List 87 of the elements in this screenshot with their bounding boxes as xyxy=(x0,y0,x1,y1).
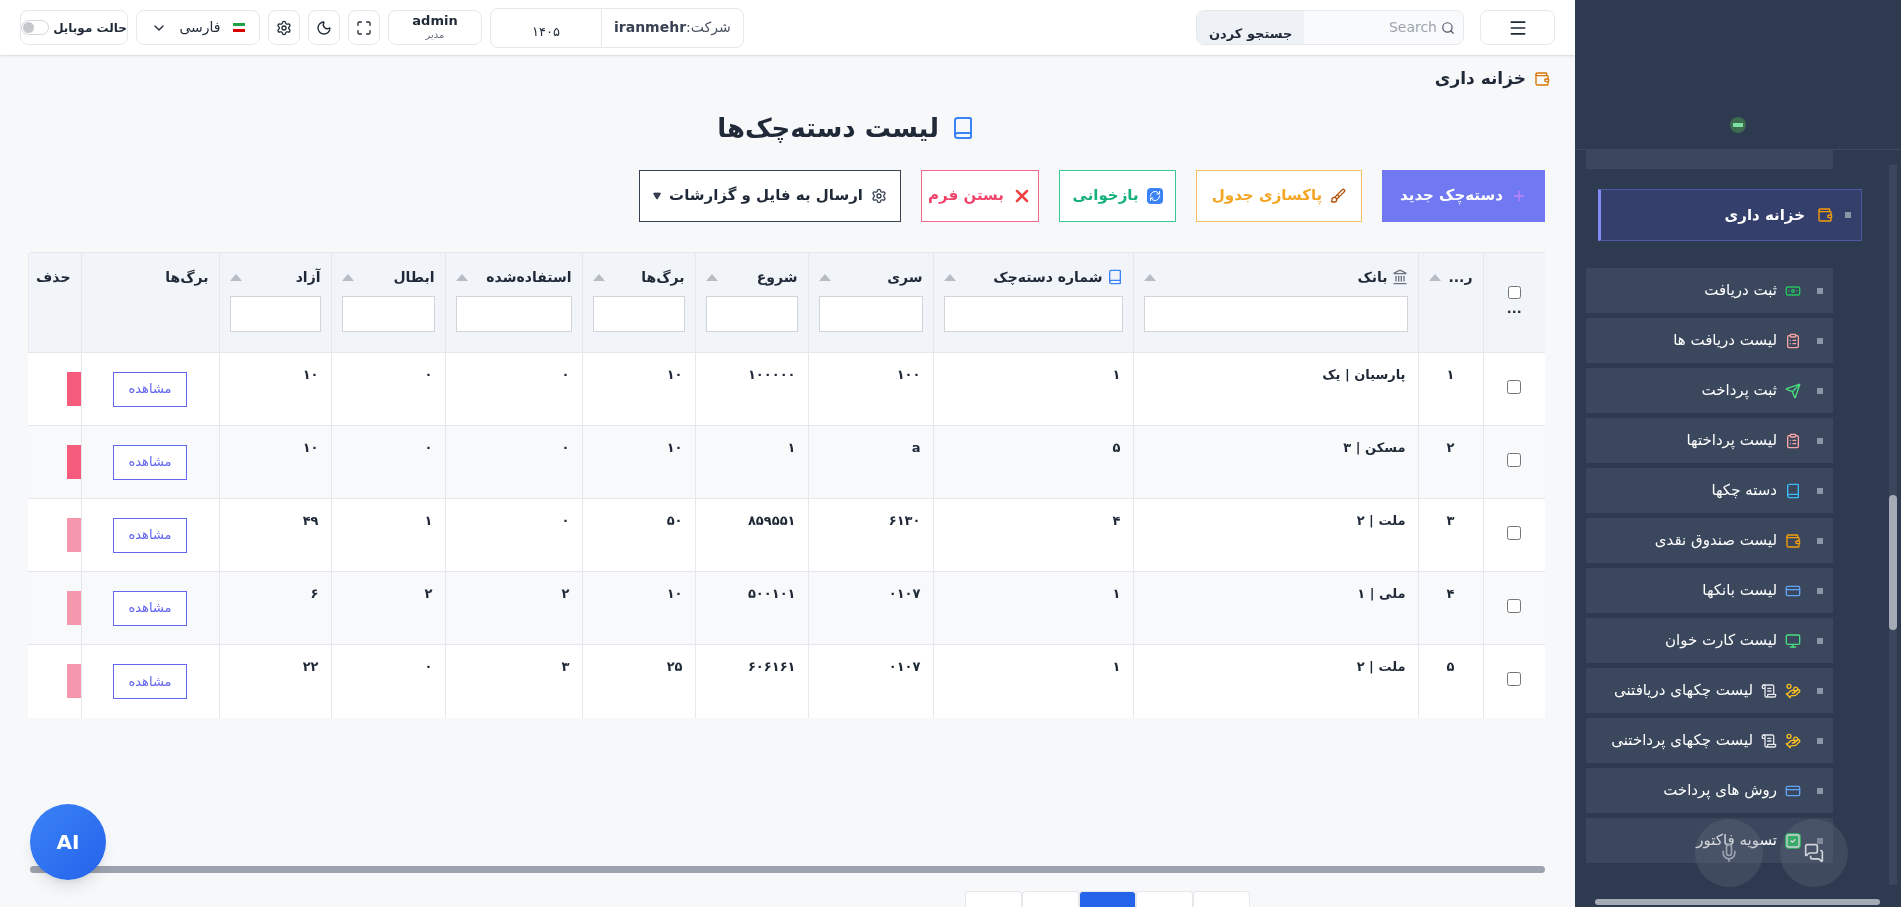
table-cell: ۰۱۰۷ xyxy=(888,586,921,601)
user-role: مدیر xyxy=(425,29,445,42)
table-cell: ۰۱۰۷ xyxy=(888,659,921,674)
table-cell: ۱۰ xyxy=(302,367,319,382)
primary-button[interactable]: دسته‌چک جدید xyxy=(1382,169,1545,222)
table-cell: ۱ xyxy=(1112,659,1121,674)
user-name: admin xyxy=(412,13,458,30)
table-cell: ملت | ۲ xyxy=(1356,513,1406,528)
table-cell: ۴۹ xyxy=(302,513,319,528)
table-cell: a xyxy=(911,440,921,455)
table-cell: ۸۵۹۵۵۱ xyxy=(747,513,796,528)
more-label: ... xyxy=(1506,300,1522,318)
table-cell: ۰ xyxy=(424,659,433,674)
sidebar-item[interactable]: دسته چکها xyxy=(1586,468,1833,513)
table-cell: ۱ xyxy=(1112,586,1121,601)
sidebar-group-item[interactable]: خزانه داری xyxy=(1598,189,1862,241)
sidebar-item[interactable]: لیست چکهای پرداختنی xyxy=(1586,718,1833,763)
page-title: لیست دسته‌چک‌ها xyxy=(717,111,939,145)
column-header[interactable]: شروع xyxy=(756,266,798,288)
table-cell: ۳ xyxy=(561,659,570,674)
sidebar-item[interactable]: لیست صندوق نقدی xyxy=(1586,518,1833,563)
mobile-mode-label: حالت موبایل xyxy=(53,19,127,37)
table-cell: ۳ xyxy=(1446,513,1455,528)
breadcrumb: خزانه داری xyxy=(1434,67,1526,91)
table-cell: ۵ xyxy=(1112,440,1121,455)
table-cell: ۲۲ xyxy=(302,659,319,674)
table-cell: ۲ xyxy=(561,586,570,601)
table-cell: ملی | ۱ xyxy=(1357,586,1406,601)
column-header[interactable]: آزاد xyxy=(295,266,321,288)
column-header[interactable]: سری xyxy=(887,266,923,288)
table-cell: ملت | ۲ xyxy=(1356,659,1406,674)
table-cell: ۱ xyxy=(1446,367,1455,382)
column-header[interactable]: برگ‌ها xyxy=(165,266,209,288)
column-header[interactable]: بانک xyxy=(1357,266,1408,288)
column-header[interactable]: برگ‌ها xyxy=(641,266,685,288)
table-cell: ۵۰۰۱۰۱ xyxy=(747,586,796,601)
table-cell: ۲ xyxy=(1446,440,1455,455)
sidebar-item[interactable]: ثبت دریافت xyxy=(1586,268,1833,313)
table-cell: ۵ xyxy=(1446,659,1455,674)
view-button[interactable]: مشاهده xyxy=(113,371,187,407)
table-cell: ۱۰ xyxy=(666,440,683,455)
table-cell: ۰ xyxy=(561,440,570,455)
view-button[interactable]: مشاهده xyxy=(113,517,187,553)
fiscal-year: ۱۴۰۵ xyxy=(531,22,561,41)
table-cell: ۴ xyxy=(1112,513,1121,528)
sidebar-item[interactable]: لیست پرداختها xyxy=(1586,418,1833,463)
table-cell: ۲۵ xyxy=(666,659,683,674)
table-cell: پارسیان | یک xyxy=(1322,367,1406,382)
column-header[interactable]: شماره دسته‌چک xyxy=(993,266,1123,288)
table-cell: ۱۰ xyxy=(666,586,683,601)
export-dropdown-button[interactable]: ارسال به فایل و گزارشات xyxy=(639,169,901,222)
sidebar-item[interactable]: تسویه فاکتور xyxy=(1586,818,1833,863)
column-header[interactable]: ابطال xyxy=(393,266,435,288)
sidebar-item[interactable]: لیست چکهای دریافتنی xyxy=(1586,668,1833,713)
table-cell: ۱ xyxy=(1112,367,1121,382)
table-cell: ۰ xyxy=(561,367,570,382)
column-header[interactable]: حذف xyxy=(36,266,71,288)
table-cell: ۴ xyxy=(1446,586,1455,601)
table-cell: ۶ xyxy=(310,586,319,601)
table-cell: ۱۰۰ xyxy=(896,367,921,382)
sidebar-item[interactable]: ثبت پرداخت xyxy=(1586,368,1833,413)
sidebar-item[interactable]: روش های پرداخت xyxy=(1586,768,1833,813)
sidebar-item[interactable]: لیست دریافت ها xyxy=(1586,318,1833,363)
view-button[interactable]: مشاهده xyxy=(113,663,187,699)
table-cell: ۲ xyxy=(424,586,433,601)
sidebar-item[interactable]: لیست بانکها xyxy=(1586,568,1833,613)
language-select[interactable]: فارسی xyxy=(136,10,260,45)
table-cell: ۱۰ xyxy=(666,367,683,382)
column-header[interactable]: استفاده‌شده xyxy=(486,266,572,288)
ai-button[interactable]: AI xyxy=(30,804,106,880)
table-cell: ۱۰ xyxy=(302,440,319,455)
view-button[interactable]: مشاهده xyxy=(113,590,187,626)
table-cell: ۰ xyxy=(561,513,570,528)
table-cell: ۵۰ xyxy=(666,513,683,528)
table-cell: ۶۰۶۱۶۱ xyxy=(747,659,796,674)
table-cell: ۱۰۰۰۰۰ xyxy=(747,367,796,382)
column-header[interactable]: ر... xyxy=(1448,266,1473,288)
view-button[interactable]: مشاهده xyxy=(113,444,187,480)
table-cell: ۱ xyxy=(424,513,433,528)
close-button[interactable]: بستن فرم xyxy=(921,169,1039,222)
table-cell: ۰ xyxy=(424,367,433,382)
sidebar-item[interactable]: لیست کارت خوان xyxy=(1586,618,1833,663)
search-button[interactable]: جستجو کردن xyxy=(1197,11,1305,44)
table-cell: ۶۱۳۰ xyxy=(888,513,921,528)
table-cell: ۰ xyxy=(424,440,433,455)
table-cell: ۱ xyxy=(787,440,796,455)
table-cell: مسکن | ۳ xyxy=(1343,440,1406,455)
